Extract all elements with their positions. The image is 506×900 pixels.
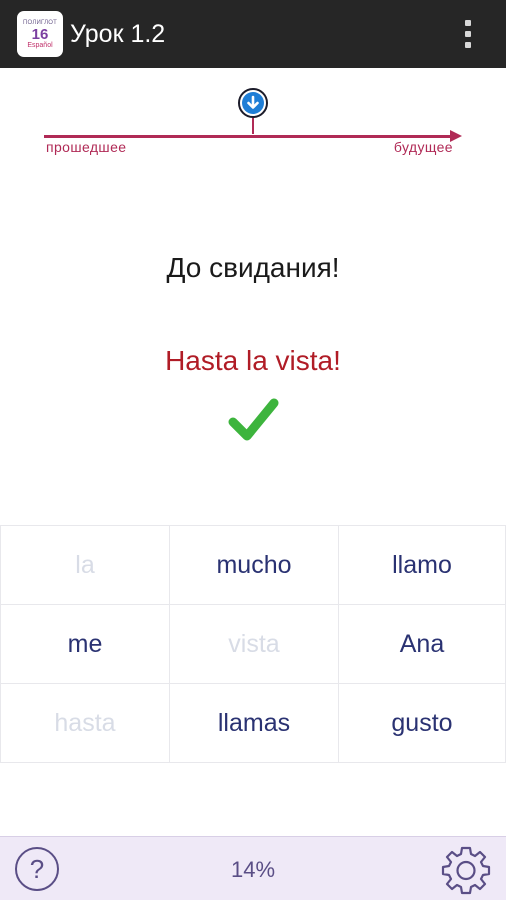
app-logo[interactable]: ПОЛИГЛОТ 16 Español: [17, 11, 63, 57]
action-bar: ПОЛИГЛОТ 16 Español Урок 1.2: [0, 0, 506, 68]
word-choice-grid: la mucho llamo me vista Ana hasta llamas…: [0, 525, 506, 765]
word-tile[interactable]: me: [0, 604, 170, 684]
word-tile[interactable]: Ana: [338, 604, 506, 684]
timeline-tick: [252, 118, 254, 134]
app-logo-number: 16: [31, 25, 49, 43]
word-tile[interactable]: hasta: [0, 683, 170, 763]
timeline-future-label: будущее: [393, 139, 453, 155]
word-tile[interactable]: mucho: [169, 525, 339, 605]
word-tile[interactable]: vista: [169, 604, 339, 684]
progress-percent: 14%: [230, 857, 276, 882]
word-tile[interactable]: llamo: [338, 525, 506, 605]
app-logo-language: Español: [27, 41, 53, 49]
lesson-title: Урок 1.2: [70, 20, 166, 48]
arrow-down-circle-icon: [238, 88, 268, 118]
timeline-past-label: прошедшее: [46, 139, 127, 155]
russian-phrase: До свидания!: [166, 252, 340, 283]
gear-icon[interactable]: [440, 844, 492, 896]
word-tile[interactable]: gusto: [338, 683, 506, 763]
spanish-answer: Hasta la vista!: [165, 345, 341, 376]
word-tile[interactable]: llamas: [169, 683, 339, 763]
bottom-bar: ? 14%: [0, 836, 506, 900]
check-icon: [228, 398, 279, 441]
timeline-axis: [44, 135, 452, 138]
tense-timeline: прошедшее будущее: [0, 80, 506, 170]
overflow-menu-icon[interactable]: [458, 16, 478, 52]
word-tile[interactable]: la: [0, 525, 170, 605]
